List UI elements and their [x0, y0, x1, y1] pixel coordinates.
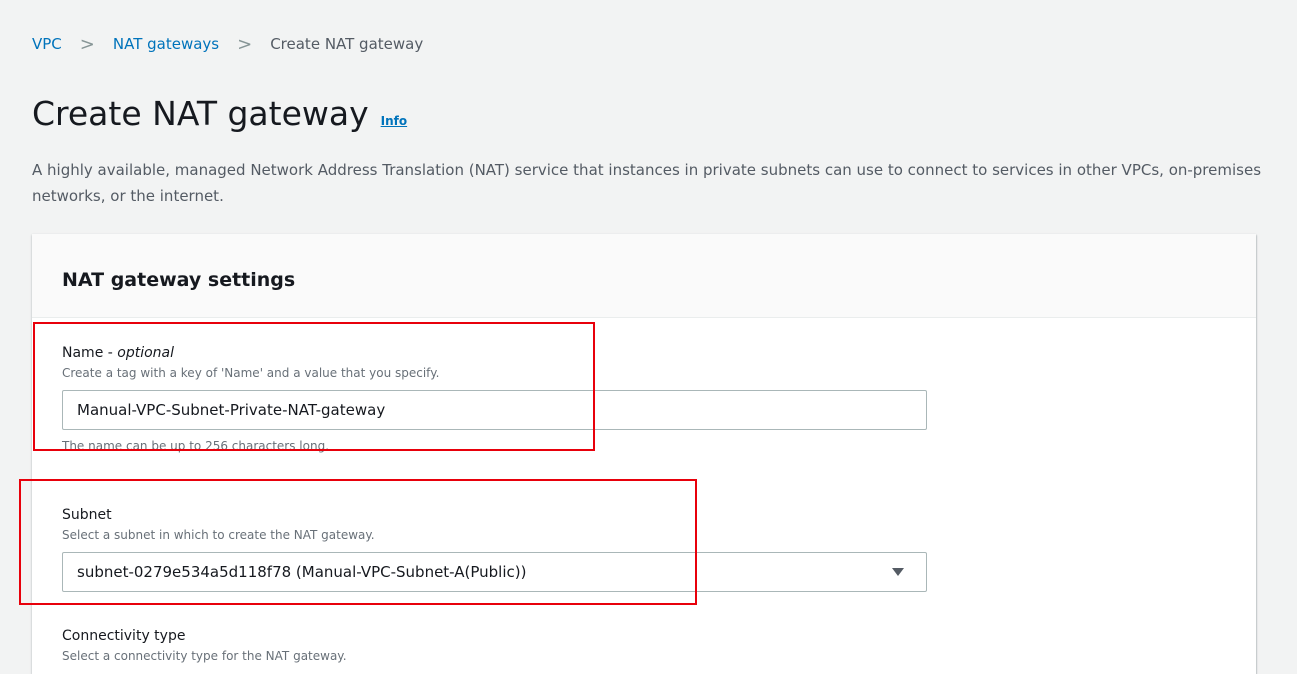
breadcrumb-current: Create NAT gateway — [270, 35, 424, 53]
subnet-label: Subnet — [62, 507, 112, 523]
subnet-select[interactable]: subnet-0279e534a5d118f78 (Manual-VPC-Sub… — [62, 552, 927, 592]
name-label: Name - optional — [62, 344, 927, 362]
name-description: Create a tag with a key of 'Name' and a … — [62, 366, 440, 380]
name-constraint: The name can be up to 256 characters lon… — [62, 439, 330, 453]
connectivity-label: Connectivity type — [62, 628, 186, 644]
chevron-right-icon: > — [79, 33, 95, 55]
subnet-field: Subnet Select a subnet in which to creat… — [62, 506, 927, 592]
chevron-right-icon: > — [237, 33, 253, 55]
name-label-text: Name - — [62, 345, 113, 361]
caret-down-icon — [892, 568, 904, 576]
optional-label: optional — [117, 345, 175, 361]
name-field: Name - optional Create a tag with a key … — [62, 344, 927, 454]
nat-gateway-settings-panel: NAT gateway settings Name - optional Cre… — [32, 234, 1256, 674]
panel-title: NAT gateway settings — [62, 269, 296, 291]
breadcrumb-link-nat-gateways[interactable]: NAT gateways — [113, 35, 219, 53]
name-input[interactable] — [62, 390, 927, 430]
panel-header: NAT gateway settings — [32, 234, 1256, 318]
info-link[interactable]: Info — [381, 99, 407, 143]
page-title: Create NAT gateway Info — [32, 92, 407, 143]
subnet-description: Select a subnet in which to create the N… — [62, 528, 375, 542]
connectivity-field: Connectivity type Select a connectivity … — [62, 627, 927, 664]
page-description: A highly available, managed Network Addr… — [32, 161, 1262, 205]
page-title-text: Create NAT gateway — [32, 94, 369, 133]
subnet-selected-value: subnet-0279e534a5d118f78 (Manual-VPC-Sub… — [77, 563, 527, 581]
breadcrumb: VPC > NAT gateways > Create NAT gateway — [32, 35, 423, 53]
breadcrumb-link-vpc[interactable]: VPC — [32, 35, 62, 53]
connectivity-description: Select a connectivity type for the NAT g… — [62, 649, 347, 663]
